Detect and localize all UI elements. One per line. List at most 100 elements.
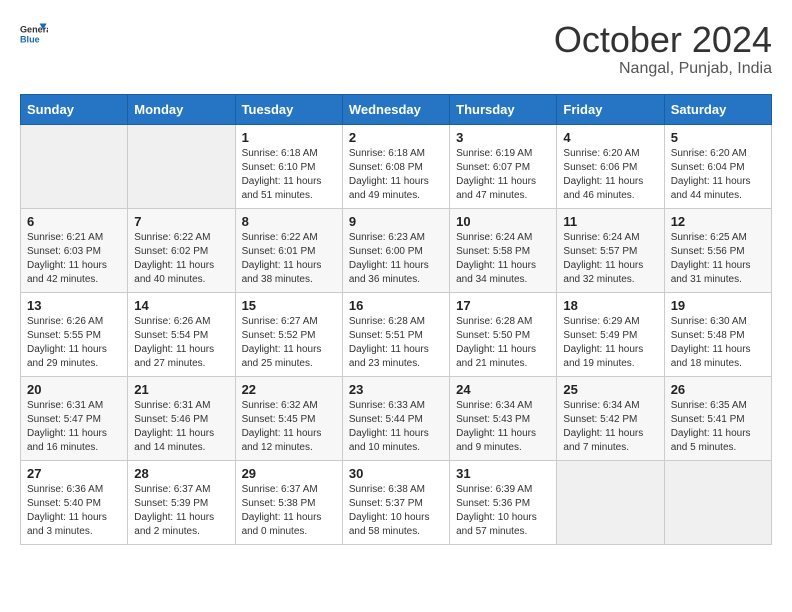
- day-number: 13: [27, 298, 121, 313]
- cell-detail: Sunrise: 6:34 AMSunset: 5:42 PMDaylight:…: [563, 399, 657, 455]
- calendar-cell: 16Sunrise: 6:28 AMSunset: 5:51 PMDayligh…: [342, 292, 449, 376]
- calendar-cell: [664, 460, 771, 544]
- day-number: 20: [27, 382, 121, 397]
- svg-text:Blue: Blue: [20, 34, 40, 44]
- cell-detail: Sunrise: 6:19 AMSunset: 6:07 PMDaylight:…: [456, 147, 550, 203]
- day-number: 15: [242, 298, 336, 313]
- day-number: 14: [134, 298, 228, 313]
- calendar-cell: 23 Sunrise: 6:33 AMSunset: 5:44 PMDayligh…: [342, 376, 449, 460]
- calendar-cell: 20Sunrise: 6:31 AMSunset: 5:47 PMDayligh…: [21, 376, 128, 460]
- day-number: 21: [134, 382, 228, 397]
- calendar-week-row: 20Sunrise: 6:31 AMSunset: 5:47 PMDayligh…: [21, 376, 772, 460]
- day-number: 30: [349, 466, 443, 481]
- calendar-cell: 8 Sunrise: 6:22 AMSunset: 6:01 PMDaylight…: [235, 208, 342, 292]
- month-title: October 2024: [554, 20, 772, 60]
- day-number: 8: [242, 214, 336, 229]
- calendar-cell: 31Sunrise: 6:39 AMSunset: 5:36 PMDayligh…: [450, 460, 557, 544]
- day-number: 27: [27, 466, 121, 481]
- calendar-cell: 29 Sunrise: 6:37 AMSunset: 5:38 PMDayligh…: [235, 460, 342, 544]
- calendar-cell: 6 Sunrise: 6:21 AMSunset: 6:03 PMDaylight…: [21, 208, 128, 292]
- day-number: 12: [671, 214, 765, 229]
- location-title: Nangal, Punjab, India: [554, 60, 772, 78]
- calendar-cell: 18Sunrise: 6:29 AMSunset: 5:49 PMDayligh…: [557, 292, 664, 376]
- cell-detail: Sunrise: 6:20 AMSunset: 6:04 PMDaylight:…: [671, 147, 765, 203]
- cell-detail: Sunrise: 6:37 AMSunset: 5:38 PMDaylight:…: [242, 483, 336, 539]
- logo: General Blue: [20, 20, 48, 48]
- day-number: 7: [134, 214, 228, 229]
- cell-detail: Sunrise: 6:22 AMSunset: 6:01 PMDaylight:…: [242, 231, 336, 287]
- calendar-cell: [128, 124, 235, 208]
- calendar-cell: 7 Sunrise: 6:22 AMSunset: 6:02 PMDaylight…: [128, 208, 235, 292]
- calendar-cell: 2Sunrise: 6:18 AMSunset: 6:08 PMDaylight…: [342, 124, 449, 208]
- cell-detail: Sunrise: 6:26 AMSunset: 5:55 PMDaylight:…: [27, 315, 121, 371]
- calendar-week-row: 1 Sunrise: 6:18 AMSunset: 6:10 PMDaylight…: [21, 124, 772, 208]
- weekday-header-sunday: Sunday: [21, 94, 128, 124]
- calendar-cell: 27 Sunrise: 6:36 AMSunset: 5:40 PMDayligh…: [21, 460, 128, 544]
- cell-detail: Sunrise: 6:18 AMSunset: 6:08 PMDaylight:…: [349, 147, 443, 203]
- calendar-cell: 15Sunrise: 6:27 AMSunset: 5:52 PMDayligh…: [235, 292, 342, 376]
- calendar-cell: [21, 124, 128, 208]
- cell-detail: Sunrise: 6:28 AMSunset: 5:50 PMDaylight:…: [456, 315, 550, 371]
- day-number: 22: [242, 382, 336, 397]
- cell-detail: Sunrise: 6:25 AMSunset: 5:56 PMDaylight:…: [671, 231, 765, 287]
- day-number: 28: [134, 466, 228, 481]
- calendar-cell: 5Sunrise: 6:20 AMSunset: 6:04 PMDaylight…: [664, 124, 771, 208]
- cell-detail: Sunrise: 6:33 AMSunset: 5:44 PMDaylight:…: [349, 399, 443, 455]
- day-number: 23: [349, 382, 443, 397]
- calendar-cell: 4 Sunrise: 6:20 AMSunset: 6:06 PMDaylight…: [557, 124, 664, 208]
- cell-detail: Sunrise: 6:20 AMSunset: 6:06 PMDaylight:…: [563, 147, 657, 203]
- cell-detail: Sunrise: 6:36 AMSunset: 5:40 PMDaylight:…: [27, 483, 121, 539]
- cell-detail: Sunrise: 6:24 AMSunset: 5:58 PMDaylight:…: [456, 231, 550, 287]
- calendar-week-row: 13 Sunrise: 6:26 AMSunset: 5:55 PMDayligh…: [21, 292, 772, 376]
- calendar-cell: 26 Sunrise: 6:35 AMSunset: 5:41 PMDayligh…: [664, 376, 771, 460]
- cell-detail: Sunrise: 6:22 AMSunset: 6:02 PMDaylight:…: [134, 231, 228, 287]
- calendar-cell: [557, 460, 664, 544]
- calendar-cell: 24Sunrise: 6:34 AMSunset: 5:43 PMDayligh…: [450, 376, 557, 460]
- weekday-header-row: SundayMondayTuesdayWednesdayThursdayFrid…: [21, 94, 772, 124]
- day-number: 24: [456, 382, 550, 397]
- weekday-header-friday: Friday: [557, 94, 664, 124]
- page-header: General Blue October 2024 Nangal, Punjab…: [20, 20, 772, 78]
- cell-detail: Sunrise: 6:38 AMSunset: 5:37 PMDaylight:…: [349, 483, 443, 539]
- cell-detail: Sunrise: 6:24 AMSunset: 5:57 PMDaylight:…: [563, 231, 657, 287]
- calendar-cell: 30 Sunrise: 6:38 AMSunset: 5:37 PMDayligh…: [342, 460, 449, 544]
- calendar-cell: 21 Sunrise: 6:31 AMSunset: 5:46 PMDayligh…: [128, 376, 235, 460]
- day-number: 25: [563, 382, 657, 397]
- cell-detail: Sunrise: 6:18 AMSunset: 6:10 PMDaylight:…: [242, 147, 336, 203]
- calendar-cell: 3 Sunrise: 6:19 AMSunset: 6:07 PMDaylight…: [450, 124, 557, 208]
- cell-detail: Sunrise: 6:21 AMSunset: 6:03 PMDaylight:…: [27, 231, 121, 287]
- day-number: 31: [456, 466, 550, 481]
- day-number: 6: [27, 214, 121, 229]
- cell-detail: Sunrise: 6:35 AMSunset: 5:41 PMDaylight:…: [671, 399, 765, 455]
- day-number: 1: [242, 130, 336, 145]
- calendar-week-row: 6 Sunrise: 6:21 AMSunset: 6:03 PMDaylight…: [21, 208, 772, 292]
- day-number: 3: [456, 130, 550, 145]
- cell-detail: Sunrise: 6:30 AMSunset: 5:48 PMDaylight:…: [671, 315, 765, 371]
- weekday-header-monday: Monday: [128, 94, 235, 124]
- calendar-cell: 1 Sunrise: 6:18 AMSunset: 6:10 PMDaylight…: [235, 124, 342, 208]
- weekday-header-thursday: Thursday: [450, 94, 557, 124]
- day-number: 29: [242, 466, 336, 481]
- calendar-week-row: 27 Sunrise: 6:36 AMSunset: 5:40 PMDayligh…: [21, 460, 772, 544]
- day-number: 16: [349, 298, 443, 313]
- calendar-cell: 14Sunrise: 6:26 AMSunset: 5:54 PMDayligh…: [128, 292, 235, 376]
- day-number: 18: [563, 298, 657, 313]
- calendar-cell: 19 Sunrise: 6:30 AMSunset: 5:48 PMDayligh…: [664, 292, 771, 376]
- calendar-cell: 9Sunrise: 6:23 AMSunset: 6:00 PMDaylight…: [342, 208, 449, 292]
- calendar-cell: 17Sunrise: 6:28 AMSunset: 5:50 PMDayligh…: [450, 292, 557, 376]
- logo-icon: General Blue: [20, 20, 48, 48]
- calendar-table: SundayMondayTuesdayWednesdayThursdayFrid…: [20, 94, 772, 545]
- calendar-cell: 10 Sunrise: 6:24 AMSunset: 5:58 PMDayligh…: [450, 208, 557, 292]
- calendar-cell: 22Sunrise: 6:32 AMSunset: 5:45 PMDayligh…: [235, 376, 342, 460]
- day-number: 4: [563, 130, 657, 145]
- day-number: 10: [456, 214, 550, 229]
- day-number: 19: [671, 298, 765, 313]
- day-number: 26: [671, 382, 765, 397]
- calendar-cell: 25 Sunrise: 6:34 AMSunset: 5:42 PMDayligh…: [557, 376, 664, 460]
- calendar-cell: 13 Sunrise: 6:26 AMSunset: 5:55 PMDayligh…: [21, 292, 128, 376]
- weekday-header-saturday: Saturday: [664, 94, 771, 124]
- cell-detail: Sunrise: 6:37 AMSunset: 5:39 PMDaylight:…: [134, 483, 228, 539]
- weekday-header-wednesday: Wednesday: [342, 94, 449, 124]
- weekday-header-tuesday: Tuesday: [235, 94, 342, 124]
- cell-detail: Sunrise: 6:31 AMSunset: 5:46 PMDaylight:…: [134, 399, 228, 455]
